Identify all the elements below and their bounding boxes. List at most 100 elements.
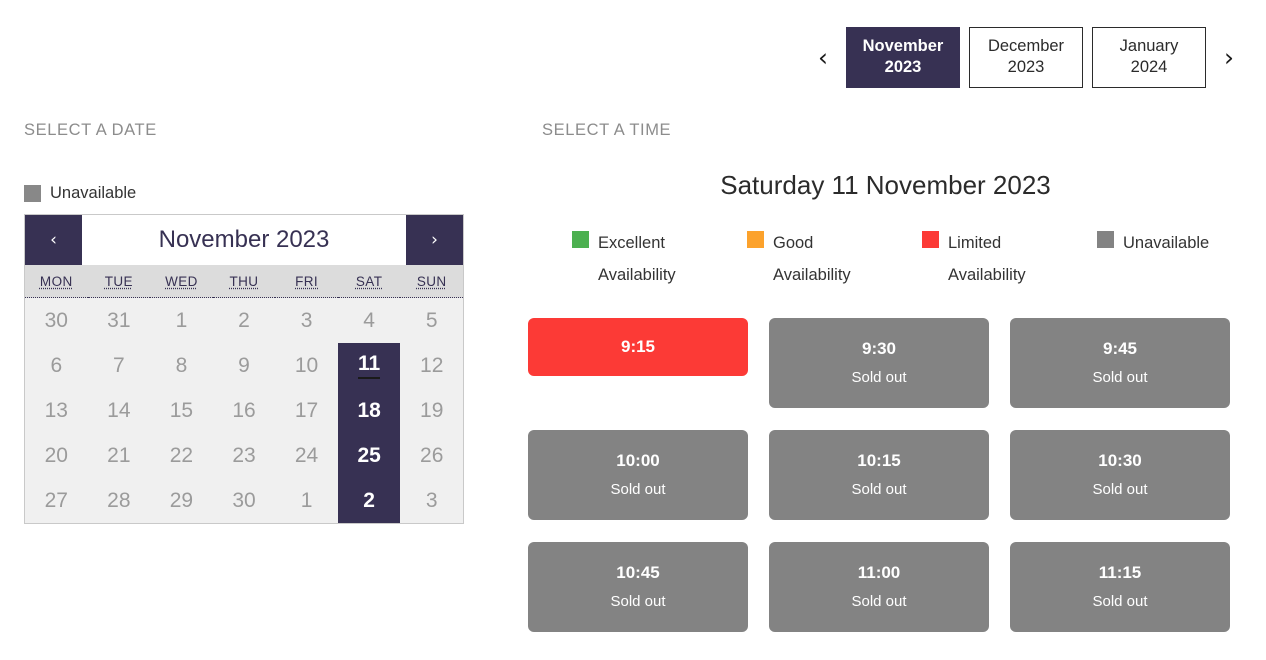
calendar-day-number: 21 <box>107 443 131 467</box>
calendar-day-unavailable: 27 <box>25 478 88 523</box>
calendar-weekday-wed: WED <box>150 265 213 298</box>
time-slot-10-45: 10:45 Sold out <box>528 541 748 632</box>
time-slot-11-00: 11:00 Sold out <box>769 541 989 632</box>
calendar-day-unavailable: 31 <box>87 298 151 343</box>
time-slot-status: Sold out <box>851 481 907 499</box>
time-slot-status: Sold out <box>1092 481 1148 499</box>
calendar-next-month-icon[interactable]: › <box>406 215 463 265</box>
time-slot-time: 9:45 <box>1102 339 1138 359</box>
time-slot-time: 10:45 <box>616 563 660 583</box>
month-tab-november-2023[interactable]: November 2023 <box>846 26 960 88</box>
chevron-left-icon[interactable]: ‹ <box>806 26 840 88</box>
time-slot-9-15[interactable]: 9:15 <box>528 317 748 376</box>
calendar-day[interactable]: 25 <box>337 433 401 478</box>
calendar-day-unavailable: 30 <box>25 298 88 343</box>
time-slot-status: Sold out <box>851 369 907 387</box>
calendar-day-number: 16 <box>232 398 256 422</box>
calendar-day-unavailable: 5 <box>400 298 463 343</box>
calendar-day-number: 5 <box>425 308 438 332</box>
time-slot-status: Sold out <box>610 593 666 611</box>
calendar-day-number: 18 <box>357 398 381 422</box>
time-slot-10-00: 10:00 Sold out <box>528 429 748 520</box>
calendar-day[interactable]: 18 <box>337 388 401 433</box>
calendar-day-unavailable: 21 <box>87 433 151 478</box>
calendar-day-number: 10 <box>294 353 319 377</box>
calendar-day-unavailable: 14 <box>87 388 151 433</box>
time-slot-time: 10:15 <box>857 451 901 471</box>
time-slot-9-45: 9:45 Sold out <box>1010 317 1230 408</box>
availability-swatch-icon <box>1097 231 1114 249</box>
chevron-right-icon[interactable]: › <box>1212 26 1246 88</box>
time-slot-time: 10:30 <box>1098 451 1142 471</box>
month-tab-december-2023[interactable]: December 2023 <box>969 26 1083 88</box>
calendar: ‹ November 2023 › MON TUE WED THU FRI SAT SUN … <box>24 214 464 524</box>
calendar-day-number: 25 <box>357 443 381 467</box>
time-slot-10-30: 10:30 Sold out <box>1010 429 1230 520</box>
availability-legend-label: Limited Availability <box>948 234 1026 285</box>
calendar-day-unavailable: 3 <box>275 298 338 343</box>
calendar-day[interactable]: 2 <box>337 478 401 523</box>
availability-legend-item: Good Availability <box>747 227 922 291</box>
calendar-legend: Unavailable <box>24 182 464 204</box>
calendar-day-number: 3 <box>425 488 438 512</box>
time-slot-time: 11:00 <box>857 563 901 583</box>
calendar-day-number: 1 <box>175 308 188 332</box>
calendar-day-number: 11 <box>358 352 381 379</box>
availability-legend-item: Unavailable <box>1097 227 1266 259</box>
time-slot-9-30: 9:30 Sold out <box>769 317 989 408</box>
calendar-day-number: 30 <box>44 308 68 332</box>
calendar-header: ‹ November 2023 › <box>25 215 463 265</box>
calendar-day-unavailable: 23 <box>212 433 276 478</box>
availability-legend-label: Excellent Availability <box>598 234 676 285</box>
availability-legend: Excellent Availability Good Availability L… <box>528 227 1243 291</box>
calendar-day-unavailable: 3 <box>400 478 463 523</box>
calendar-legend-label: Unavailable <box>50 183 137 202</box>
calendar-day-number: 4 <box>363 308 375 332</box>
calendar-day-unavailable: 2 <box>212 298 276 343</box>
calendar-prev-month-icon[interactable]: ‹ <box>25 215 82 265</box>
calendar-day-grid: 30 31 1 2 3 4 5 6 7 8 9 10 11 12 13 14 15 16 17 18 19 20 21 22 2… <box>25 298 463 523</box>
calendar-day[interactable]: 11 <box>337 343 401 388</box>
calendar-day-unavailable: 30 <box>212 478 276 523</box>
calendar-day-number: 17 <box>294 398 319 422</box>
calendar-day-number: 22 <box>169 443 194 467</box>
date-picker-pane: Unavailable ‹ November 2023 › MON TUE WED T… <box>24 182 464 524</box>
calendar-day-number: 30 <box>232 488 256 512</box>
month-tab-name: January <box>1119 37 1179 56</box>
calendar-day-unavailable: 17 <box>275 388 338 433</box>
calendar-day-unavailable: 28 <box>87 478 151 523</box>
calendar-day-unavailable: 24 <box>275 433 338 478</box>
calendar-weekday-thu: THU <box>212 265 276 298</box>
time-slot-status: Sold out <box>851 593 907 611</box>
calendar-day-unavailable: 8 <box>150 343 213 388</box>
calendar-weekday-tue: TUE <box>87 265 151 298</box>
time-slot-grid: 9:15 9:30 Sold out 9:45 Sold out 10:00 Sold ou… <box>528 317 1243 632</box>
month-tab-year: 2024 <box>1130 58 1168 76</box>
calendar-weekday-sun: SUN <box>400 265 463 298</box>
calendar-day-unavailable: 4 <box>337 298 401 343</box>
calendar-day-number: 2 <box>238 308 250 332</box>
calendar-day-number: 24 <box>294 443 319 467</box>
calendar-day-number: 1 <box>300 488 313 512</box>
calendar-day-number: 20 <box>44 443 68 467</box>
month-tab-january-2024[interactable]: January 2024 <box>1092 26 1206 88</box>
calendar-day-number: 28 <box>107 488 131 512</box>
month-tab-name: November <box>862 37 944 56</box>
month-tab-list: November 2023 December 2023 January 2024 <box>846 26 1206 88</box>
calendar-day-unavailable: 1 <box>275 478 338 523</box>
calendar-day-number: 15 <box>169 398 194 422</box>
calendar-day-number: 13 <box>44 398 68 422</box>
month-tab-year: 2023 <box>1007 58 1045 76</box>
calendar-day-number: 26 <box>420 443 444 467</box>
calendar-day-number: 2 <box>363 488 375 512</box>
calendar-day-number: 19 <box>420 398 444 422</box>
calendar-day-unavailable: 20 <box>25 433 88 478</box>
calendar-month-title: November 2023 <box>82 215 406 265</box>
calendar-day-number: 31 <box>107 308 131 332</box>
time-slot-time: 9:30 <box>861 339 897 359</box>
time-slot-time: 11:15 <box>1098 563 1142 583</box>
calendar-day-unavailable: 9 <box>212 343 276 388</box>
calendar-day-unavailable: 12 <box>400 343 463 388</box>
calendar-day-number: 6 <box>50 353 63 377</box>
calendar-day-unavailable: 1 <box>150 298 213 343</box>
